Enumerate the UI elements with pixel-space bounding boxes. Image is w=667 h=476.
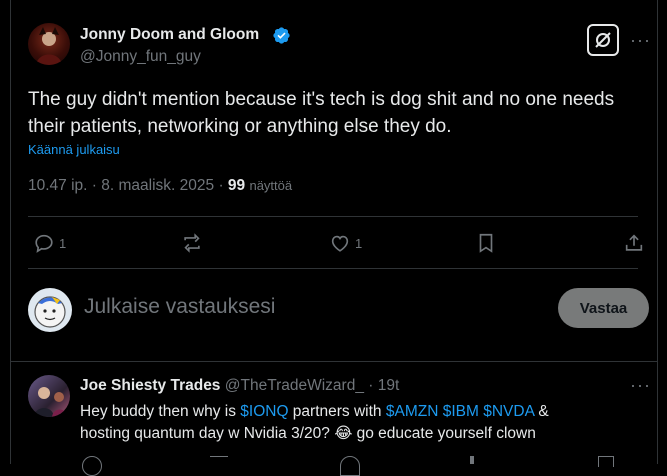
reply-action[interactable]: 1 — [33, 232, 66, 254]
meta-dot: · — [91, 177, 102, 194]
reply-bookmark-icon[interactable] — [598, 456, 614, 467]
like-count: 1 — [355, 235, 363, 251]
translate-link[interactable]: Käännä julkaisu — [28, 142, 120, 157]
repost-icon — [184, 233, 200, 253]
avatar-art-icon — [36, 27, 62, 65]
reply-author-avatar[interactable] — [28, 375, 70, 417]
reply-text: Hey buddy then why is $IONQ partners wit… — [80, 401, 640, 445]
reply-text-part: partners with — [288, 403, 386, 420]
divider — [28, 216, 638, 217]
reply-count: 1 — [59, 235, 67, 251]
cashtag-link[interactable]: $IONQ — [240, 403, 288, 420]
column-border-left — [10, 0, 11, 464]
bookmark-icon — [479, 233, 493, 253]
repost-action[interactable] — [180, 232, 208, 254]
author-avatar[interactable] — [28, 23, 70, 65]
cashtag-link[interactable]: $AMZN — [386, 403, 439, 420]
share-action[interactable] — [623, 232, 645, 254]
reply-more-icon[interactable]: ··· — [630, 375, 651, 396]
divider — [10, 361, 657, 362]
reply-time[interactable]: 19t — [378, 377, 400, 394]
reply-author-name[interactable]: Joe Shiesty Trades — [80, 377, 220, 394]
reply-text-part: go educate yourself clown — [352, 425, 536, 442]
laughing-emoji-icon: 😂 — [334, 425, 353, 442]
post-date[interactable]: 8. maalisk. 2025 — [101, 177, 214, 194]
divider — [28, 268, 638, 269]
meta-dot: · — [368, 377, 378, 394]
cashtag-link[interactable]: $IBM — [443, 403, 479, 420]
my-avatar[interactable] — [28, 288, 72, 332]
post-text: The guy didn't mention because it's tech… — [28, 89, 615, 137]
views-count: 99 — [227, 177, 246, 194]
more-icon[interactable]: ··· — [630, 30, 651, 51]
column-border-right — [657, 0, 658, 464]
reply-input[interactable]: Julkaise vastauksesi — [84, 295, 275, 319]
views-label: näyttöä — [249, 178, 293, 193]
reply-icon — [35, 234, 53, 253]
reply-text-part: & — [534, 403, 549, 420]
reply-text-part: Hey buddy then why is — [80, 403, 241, 420]
reply-header: Joe Shiesty Trades @TheTradeWizard_ · 19… — [80, 377, 399, 395]
like-action[interactable]: 1 — [329, 232, 362, 254]
post-meta: 10.47 ip. · 8. maalisk. 2025 · 99 näyttö… — [28, 177, 292, 195]
author-handle[interactable]: @Jonny_fun_guy — [80, 48, 201, 66]
meta-dot: · — [218, 177, 228, 194]
cashtag-link[interactable]: $NVDA — [483, 403, 534, 420]
reply-reply-icon[interactable] — [82, 456, 102, 476]
reply-avatar-art-icon — [34, 387, 68, 417]
reply-like-icon[interactable] — [340, 456, 360, 476]
reply-author-handle[interactable]: @TheTradeWizard_ — [225, 377, 364, 394]
bookmark-action[interactable] — [476, 232, 496, 254]
reply-views-icon[interactable] — [470, 456, 474, 464]
share-icon — [625, 234, 643, 251]
author-name[interactable]: Jonny Doom and Gloom — [80, 26, 259, 44]
post-time[interactable]: 10.47 ip. — [28, 177, 87, 194]
verified-badge-icon[interactable] — [272, 26, 291, 45]
like-icon — [331, 235, 349, 252]
reply-text-part: hosting quantum day w Nvidia 3/20? — [80, 425, 335, 442]
grok-button[interactable] — [587, 24, 619, 56]
reply-submit-button[interactable]: Vastaa — [558, 288, 649, 328]
reply-repost-icon[interactable] — [210, 456, 228, 467]
grok-icon — [595, 32, 611, 48]
my-avatar-icon — [34, 296, 66, 328]
